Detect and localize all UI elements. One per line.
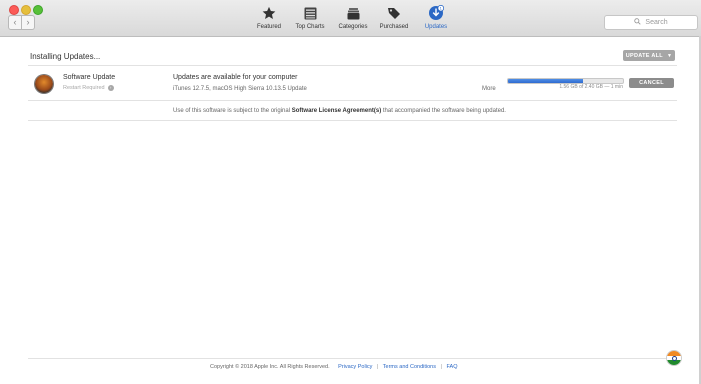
update-detail: iTunes 12.7.5, macOS High Sierra 10.13.5… xyxy=(173,86,307,92)
tab-label: Updates xyxy=(424,24,448,30)
restart-label: Restart Required xyxy=(63,85,105,91)
faq-link[interactable]: FAQ xyxy=(447,364,458,370)
info-icon[interactable]: › xyxy=(107,85,114,91)
tag-icon xyxy=(376,5,412,21)
footer: Copyright © 2018 Apple Inc. All Rights R… xyxy=(210,364,458,370)
section-title: Installing Updates... xyxy=(30,52,101,61)
chevron-down-icon[interactable]: ▼ xyxy=(667,53,672,59)
restart-note: Restart Required › xyxy=(63,85,114,91)
stack-icon xyxy=(336,5,370,21)
zoom-window-button[interactable] xyxy=(33,5,43,15)
license-agreement-link[interactable]: Software License Agreement(s) xyxy=(292,108,381,114)
divider xyxy=(28,65,677,66)
privacy-policy-link[interactable]: Privacy Policy xyxy=(338,364,372,370)
tab-featured[interactable]: Featured xyxy=(254,5,284,30)
close-window-button[interactable] xyxy=(9,5,19,15)
country-flag-icon[interactable] xyxy=(667,351,681,365)
minimize-window-button[interactable] xyxy=(21,5,31,15)
software-update-app-icon xyxy=(35,75,53,93)
back-button[interactable]: ‹ xyxy=(8,15,22,30)
progress-fill xyxy=(508,79,583,83)
license-prefix: Use of this software is subject to the o… xyxy=(173,108,291,114)
tab-label: Top Charts xyxy=(295,24,325,30)
tab-label: Purchased xyxy=(379,24,409,30)
tab-purchased[interactable]: Purchased xyxy=(376,5,412,30)
app-name: Software Update xyxy=(63,74,116,81)
tab-categories[interactable]: Categories xyxy=(336,5,370,30)
update-all-label: UPDATE ALL xyxy=(625,52,663,59)
star-icon xyxy=(254,5,284,21)
forward-button[interactable]: › xyxy=(22,15,35,30)
toolbar: ‹ › Featured Top Charts Categories Purch… xyxy=(0,0,701,37)
copyright-text: Copyright © 2018 Apple Inc. All Rights R… xyxy=(210,364,330,370)
search-icon xyxy=(634,18,642,27)
terms-and-conditions-link[interactable]: Terms and Conditions xyxy=(383,364,436,370)
footer-separator: | xyxy=(440,364,442,370)
divider xyxy=(28,100,677,101)
updates-icon: 1 xyxy=(420,5,452,21)
search-input[interactable]: Search xyxy=(604,15,698,30)
license-notice: Use of this software is subject to the o… xyxy=(173,108,506,114)
tab-label: Featured xyxy=(256,24,281,30)
navigation-buttons: ‹ › xyxy=(8,15,35,30)
divider xyxy=(28,120,677,121)
update-title: Updates are available for your computer xyxy=(173,74,298,81)
cancel-button[interactable]: CANCEL xyxy=(629,78,674,88)
tab-label: Categories xyxy=(338,24,368,30)
list-icon xyxy=(290,5,330,21)
search-placeholder: Search xyxy=(645,19,668,26)
footer-separator: | xyxy=(376,364,379,370)
update-all-button[interactable]: UPDATE ALL ▼ xyxy=(623,50,675,61)
tab-updates[interactable]: 1 Updates xyxy=(420,5,452,30)
license-suffix: that accompanied the software being upda… xyxy=(382,108,506,114)
tab-top-charts[interactable]: Top Charts xyxy=(290,5,330,30)
progress-text: 1.56 GB of 2.40 GB — 1 min xyxy=(559,84,623,90)
more-link[interactable]: More xyxy=(482,86,496,92)
footer-divider xyxy=(28,358,677,359)
